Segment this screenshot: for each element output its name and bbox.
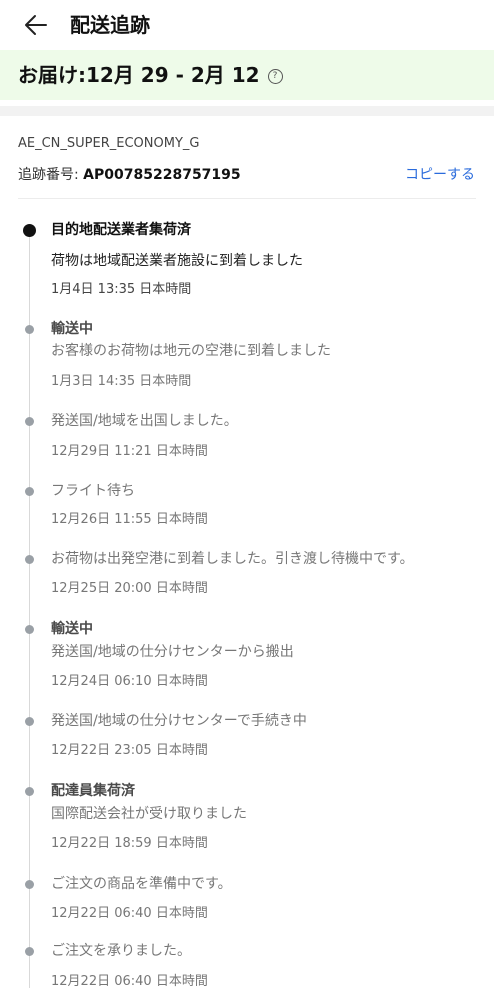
question-circle-icon[interactable]: ? bbox=[267, 69, 283, 84]
event-time: 12月22日 06:40 日本時間 bbox=[51, 906, 208, 921]
event-time: 12月22日 23:05 日本時間 bbox=[51, 743, 208, 758]
timeline-dot bbox=[25, 717, 34, 726]
timeline-dot bbox=[25, 487, 34, 496]
event-time: 12月22日 06:40 日本時間 bbox=[51, 974, 208, 989]
timeline-dot-current bbox=[23, 224, 36, 237]
page-title: 配送追跡 bbox=[70, 13, 150, 37]
timeline-dot bbox=[25, 880, 34, 889]
timeline-line bbox=[29, 228, 30, 988]
timeline-dot bbox=[25, 787, 34, 796]
event-description: フライト待ち bbox=[51, 483, 135, 499]
event-time: 1月3日 14:35 日本時間 bbox=[51, 374, 192, 389]
event-time: 12月22日 18:59 日本時間 bbox=[51, 836, 208, 851]
event-description: 発送国/地域を出国しました。 bbox=[51, 413, 238, 429]
event-time: 12月24日 06:10 日本時間 bbox=[51, 674, 208, 689]
timeline-dot bbox=[25, 625, 34, 634]
event-time: 12月26日 11:55 日本時間 bbox=[51, 512, 208, 527]
tracking-number-row: 追跡番号: AP00785228757195 bbox=[18, 165, 241, 185]
shipment-info: AE_CN_SUPER_ECONOMY_G 追跡番号: AP0078522875… bbox=[18, 116, 476, 199]
event-description: ご注文の商品を準備中です。 bbox=[51, 876, 232, 892]
event-description: ご注文を承りました。 bbox=[51, 943, 191, 959]
event-time: 1月4日 13:35 日本時間 bbox=[51, 282, 192, 297]
shipping-service: AE_CN_SUPER_ECONOMY_G bbox=[18, 136, 200, 151]
event-title: 輸送中 bbox=[51, 621, 93, 637]
event-title: 輸送中 bbox=[51, 321, 93, 337]
timeline-dot bbox=[25, 325, 34, 334]
arrow-left-icon[interactable] bbox=[22, 11, 50, 39]
event-title: 配達員集荷済 bbox=[51, 783, 135, 799]
timeline-dot bbox=[25, 417, 34, 426]
timeline-dot bbox=[25, 947, 34, 956]
event-description: 発送国/地域の仕分けセンターで手続き中 bbox=[51, 713, 307, 729]
event-time: 12月29日 11:21 日本時間 bbox=[51, 444, 208, 459]
event-description: 発送国/地域の仕分けセンターから搬出 bbox=[51, 644, 294, 660]
delivery-estimate-text: お届け:12月 29 - 2月 12 bbox=[18, 63, 260, 87]
event-description: お客様のお荷物は地元の空港に到着しました bbox=[51, 343, 331, 359]
top-bar: 配送追跡 bbox=[0, 0, 494, 50]
event-title: 目的地配送業者集荷済 bbox=[51, 222, 191, 238]
delivery-estimate-banner: お届け:12月 29 - 2月 12? bbox=[0, 50, 494, 100]
timeline-dot bbox=[25, 555, 34, 564]
copy-button[interactable]: コピーする bbox=[405, 165, 475, 185]
event-description: 国際配送会社が受け取りました bbox=[51, 806, 247, 822]
event-description: 荷物は地域配送業者施設に到着しました bbox=[51, 253, 303, 269]
tracking-number: AP00785228757195 bbox=[83, 167, 241, 183]
event-description: お荷物は出発空港に到着しました。引き渡し待機中です。 bbox=[51, 551, 414, 567]
section-divider bbox=[0, 106, 494, 116]
event-time: 12月25日 20:00 日本時間 bbox=[51, 581, 208, 596]
tracking-label: 追跡番号: bbox=[18, 167, 84, 183]
